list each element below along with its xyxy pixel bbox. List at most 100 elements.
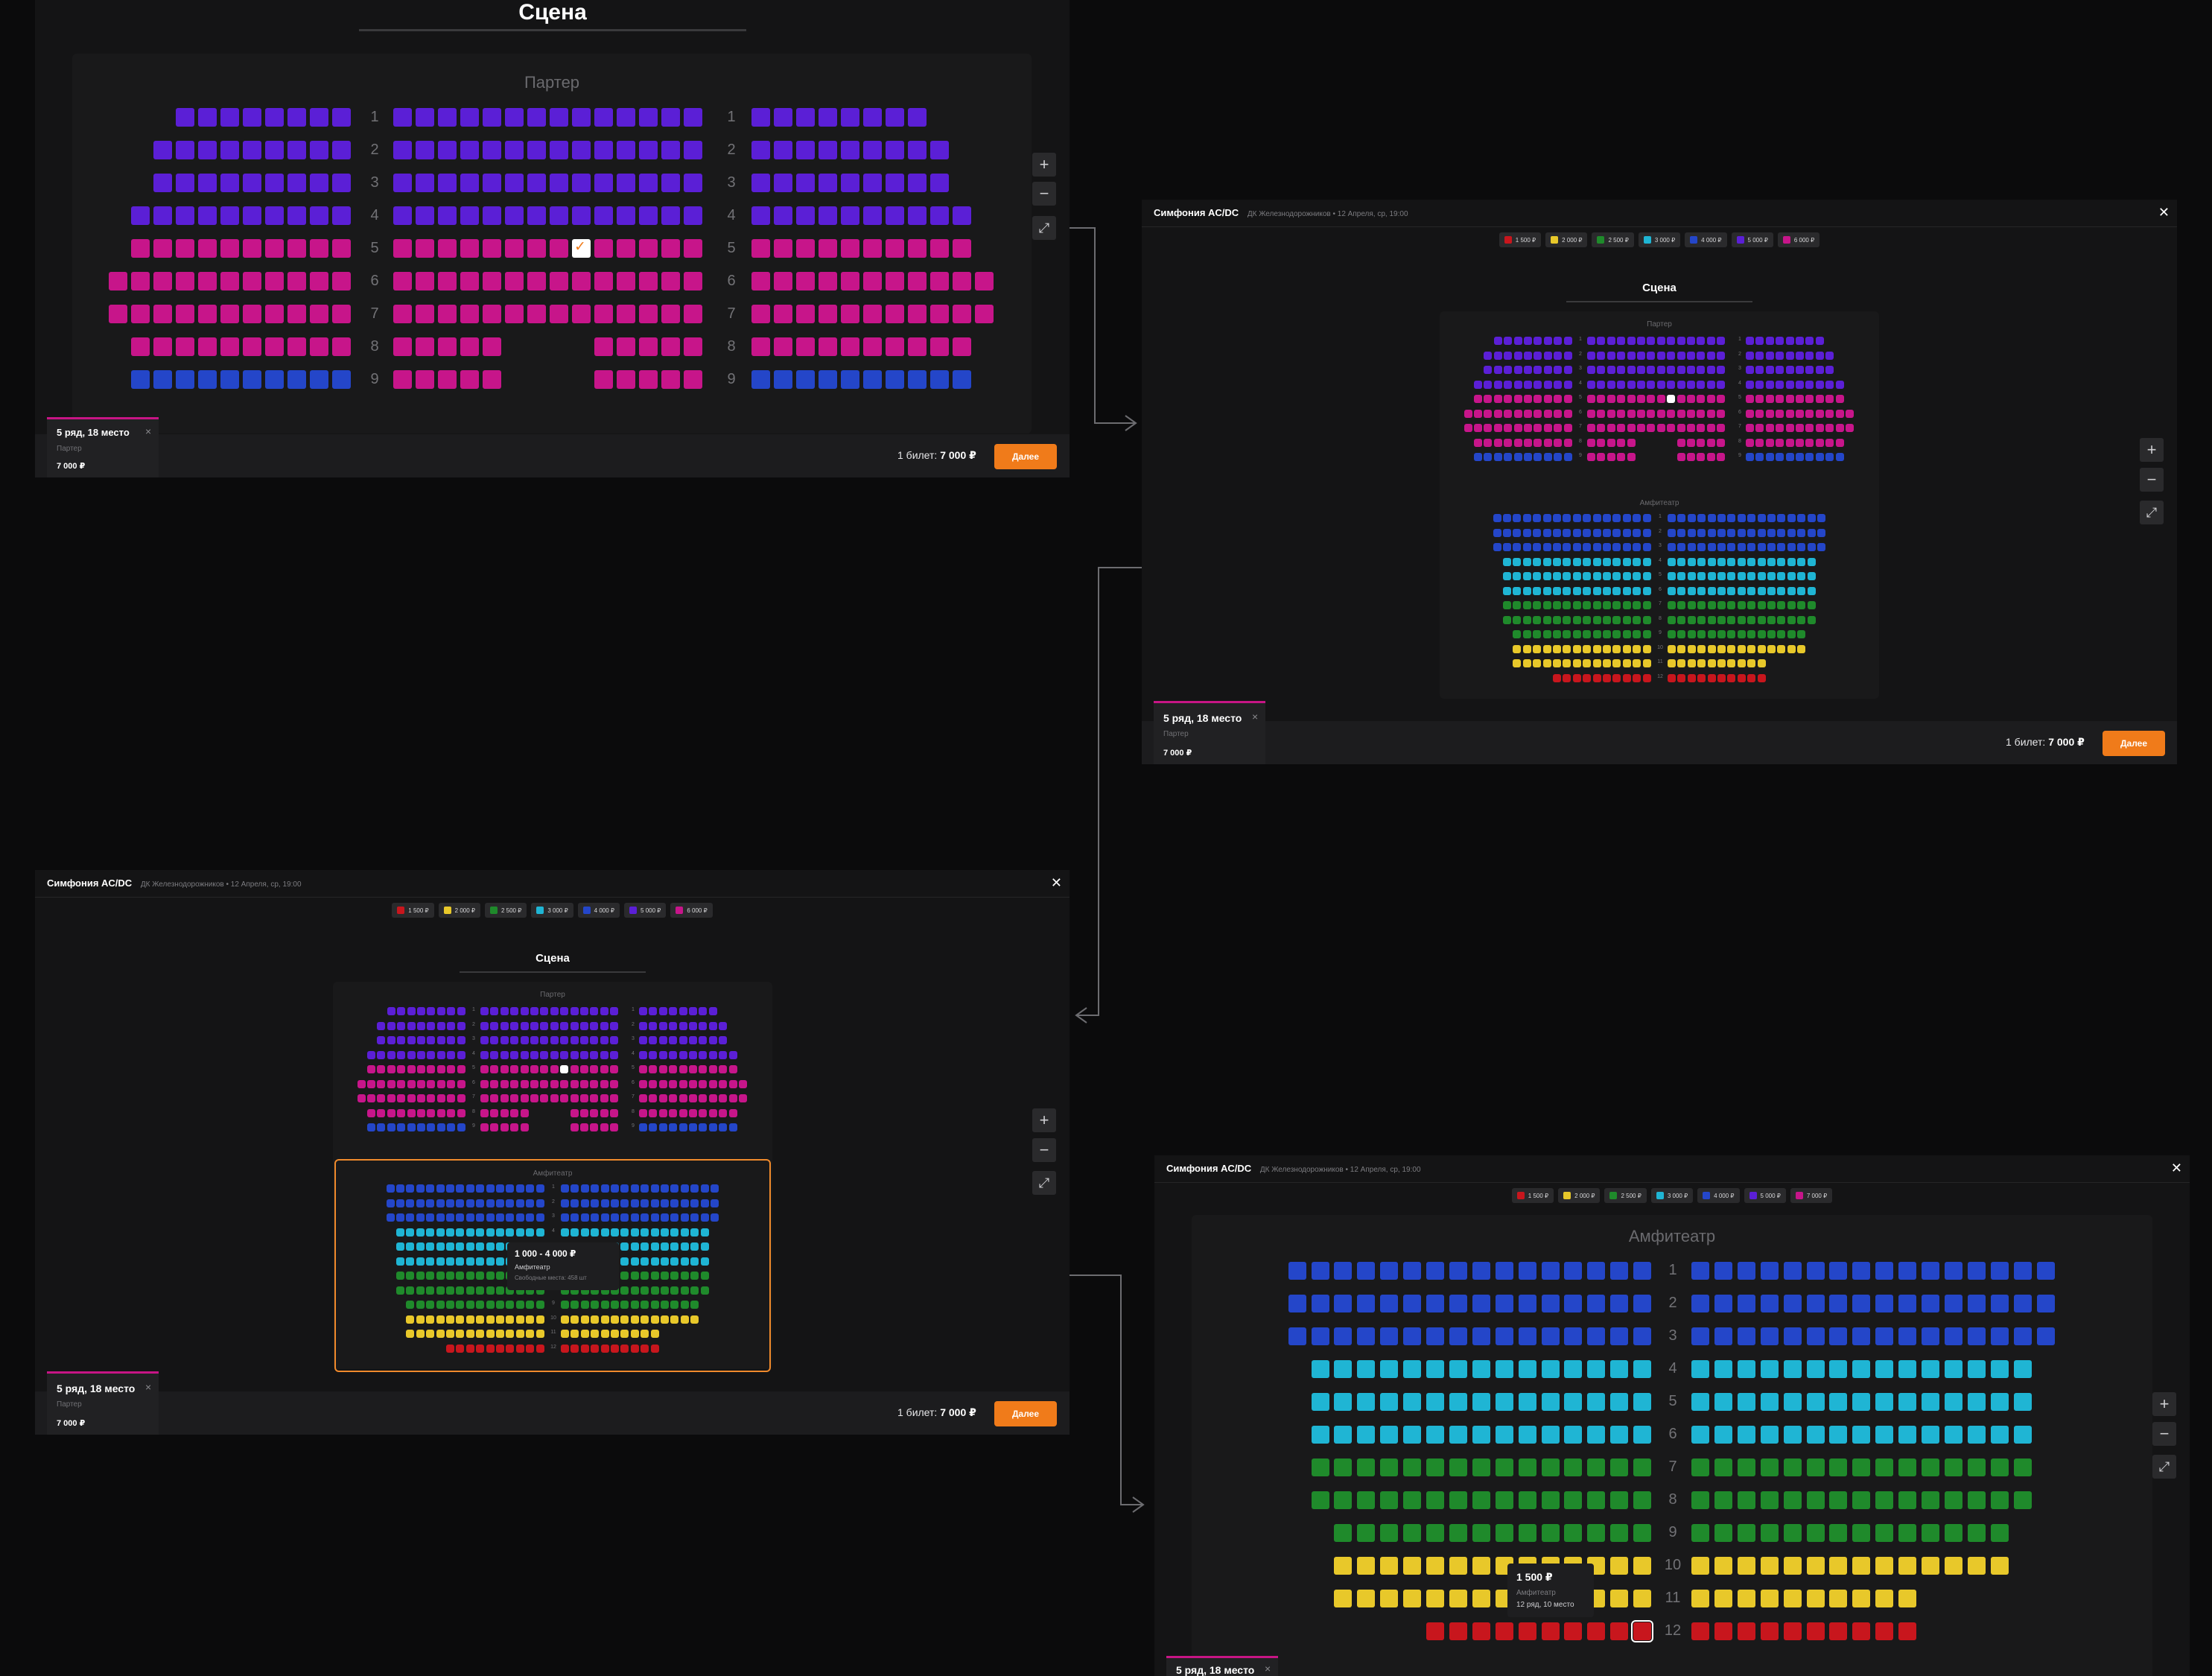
seat[interactable]: [397, 1079, 406, 1088]
seat[interactable]: [332, 305, 351, 323]
seat[interactable]: [711, 1213, 719, 1222]
seat[interactable]: [1597, 438, 1606, 447]
seat[interactable]: [658, 1094, 667, 1102]
seat[interactable]: [1493, 380, 1502, 389]
seat[interactable]: [689, 1079, 697, 1088]
seat[interactable]: [1633, 543, 1641, 551]
seat[interactable]: [1554, 380, 1563, 389]
seat[interactable]: [1637, 409, 1645, 418]
seat[interactable]: [526, 1228, 535, 1237]
seat[interactable]: [639, 108, 658, 127]
seat[interactable]: [438, 272, 457, 291]
seat[interactable]: [1805, 380, 1814, 389]
seat[interactable]: [1990, 1557, 2009, 1575]
seat[interactable]: [386, 1184, 395, 1193]
seat[interactable]: [436, 1228, 445, 1237]
seat[interactable]: [1597, 366, 1606, 374]
seat[interactable]: [427, 1094, 436, 1102]
seat[interactable]: [447, 1036, 456, 1044]
seat[interactable]: [1806, 1262, 1825, 1280]
seat[interactable]: [1785, 337, 1794, 345]
seat[interactable]: [1922, 1426, 1939, 1444]
seat[interactable]: [708, 1094, 717, 1102]
seat[interactable]: [661, 1301, 669, 1309]
seat[interactable]: [641, 1315, 649, 1324]
seat[interactable]: [590, 1021, 599, 1030]
seat[interactable]: [1691, 1524, 1709, 1542]
seat[interactable]: [510, 1036, 519, 1044]
seat[interactable]: [1357, 1295, 1376, 1312]
seat[interactable]: [571, 1315, 579, 1324]
seat[interactable]: [310, 370, 328, 389]
seat[interactable]: [819, 239, 837, 258]
seat[interactable]: [930, 174, 949, 192]
seat[interactable]: [1513, 615, 1522, 624]
seat[interactable]: [397, 1065, 406, 1073]
seat[interactable]: [1706, 424, 1715, 432]
seat[interactable]: [243, 239, 261, 258]
seat[interactable]: [908, 108, 927, 127]
seat[interactable]: [1357, 1590, 1376, 1607]
seat[interactable]: [684, 272, 702, 291]
seat[interactable]: [2013, 1393, 2032, 1411]
seat[interactable]: [841, 305, 859, 323]
seat[interactable]: [1757, 514, 1766, 522]
seat[interactable]: [641, 1257, 649, 1266]
seat[interactable]: [1757, 543, 1766, 551]
seat[interactable]: [591, 1213, 600, 1222]
seat[interactable]: [457, 1108, 465, 1117]
seat[interactable]: [1760, 1590, 1779, 1607]
seat[interactable]: [661, 141, 680, 159]
seat[interactable]: [417, 1007, 425, 1015]
seat[interactable]: [711, 1199, 719, 1207]
seat[interactable]: [460, 141, 479, 159]
seat[interactable]: [1852, 1360, 1871, 1378]
seat[interactable]: [1815, 424, 1824, 432]
seat[interactable]: [1944, 1426, 1962, 1444]
seat[interactable]: [426, 1213, 435, 1222]
seat[interactable]: [1403, 1327, 1422, 1345]
seat[interactable]: [796, 206, 815, 225]
seat[interactable]: [1484, 424, 1493, 432]
seat[interactable]: [1737, 543, 1746, 551]
seat[interactable]: [1311, 1295, 1329, 1312]
seat[interactable]: [447, 1108, 456, 1117]
seat[interactable]: [1403, 1458, 1422, 1476]
seat[interactable]: [1737, 1458, 1755, 1476]
seat[interactable]: [1825, 453, 1834, 461]
seat[interactable]: [310, 141, 328, 159]
seat[interactable]: [393, 239, 412, 258]
seat[interactable]: [1944, 1557, 1962, 1575]
seat[interactable]: [774, 174, 792, 192]
selected-seat[interactable]: [560, 1065, 569, 1073]
seat[interactable]: [1583, 615, 1592, 624]
seat[interactable]: [1677, 673, 1686, 682]
legend-item[interactable]: 3 000 ₽: [1638, 232, 1681, 247]
seat[interactable]: [1553, 601, 1561, 609]
seat[interactable]: [1597, 409, 1606, 418]
fit-view-button[interactable]: ⤢: [1032, 1171, 1056, 1195]
seat[interactable]: [1288, 1295, 1306, 1312]
seat[interactable]: [1825, 409, 1834, 418]
legend-item[interactable]: 1 500 ₽: [1498, 232, 1542, 247]
seat[interactable]: [1622, 601, 1631, 609]
seat[interactable]: [774, 108, 792, 127]
seat[interactable]: [669, 1094, 678, 1102]
seat[interactable]: [1524, 453, 1532, 461]
seat[interactable]: [1311, 1491, 1329, 1509]
seat[interactable]: [446, 1286, 454, 1295]
seat[interactable]: [728, 1108, 737, 1117]
seat[interactable]: [1622, 528, 1631, 537]
seat[interactable]: [476, 1272, 485, 1280]
seat[interactable]: [751, 239, 770, 258]
seat[interactable]: [1513, 453, 1522, 461]
seat[interactable]: [397, 1036, 406, 1044]
seat[interactable]: [490, 1079, 499, 1088]
seat[interactable]: [1707, 601, 1716, 609]
seat[interactable]: [1677, 424, 1685, 432]
seat[interactable]: [669, 1123, 678, 1131]
seat[interactable]: [1610, 1557, 1629, 1575]
seat[interactable]: [1785, 395, 1794, 403]
seat[interactable]: [708, 1021, 717, 1030]
seat[interactable]: [700, 1242, 709, 1251]
